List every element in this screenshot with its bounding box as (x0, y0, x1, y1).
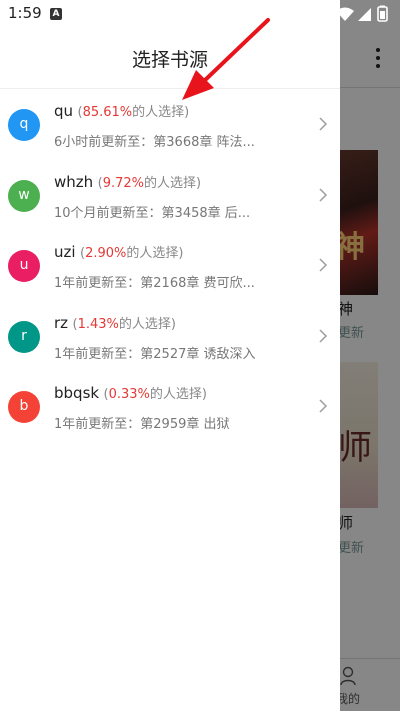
source-latest-update: 6小时前更新至：第3668章 阵法... (54, 135, 255, 150)
source-choice-suffix: 的人选择) (132, 105, 190, 120)
source-avatar: b (8, 391, 40, 423)
source-percent: 0.33% (108, 387, 150, 402)
status-icons (336, 5, 388, 22)
source-avatar: u (8, 250, 40, 282)
source-drawer: 选择书源 q qu (85.61%的人选择) 6小时前更新至：第3668章 阵法… (0, 0, 340, 711)
source-choice-suffix: 的人选择) (118, 317, 176, 332)
source-name: rz (54, 314, 69, 332)
source-item-rz[interactable]: r rz (1.43%的人选择) 1年前更新至：第2527章 诱敌深入 (0, 302, 340, 372)
chevron-right-icon (319, 258, 328, 272)
source-choice-suffix: 的人选择) (144, 176, 202, 191)
chevron-right-icon (319, 329, 328, 343)
wifi-icon (336, 7, 354, 21)
chevron-right-icon (319, 399, 328, 413)
drawer-title: 选择书源 (131, 49, 208, 71)
notification-icon: A (50, 8, 62, 20)
source-latest-update: 1年前更新至：第2527章 诱敌深入 (54, 347, 256, 362)
source-name: uzi (54, 243, 76, 261)
source-latest-update: 1年前更新至：第2959章 出狱 (54, 417, 230, 432)
source-choice-suffix: 的人选择) (126, 246, 184, 261)
source-avatar: r (8, 321, 40, 353)
source-percent: 1.43% (77, 317, 119, 332)
source-name: whzh (54, 173, 94, 191)
source-name: qu (54, 102, 74, 120)
chevron-right-icon (319, 117, 328, 131)
chevron-right-icon (319, 188, 328, 202)
drawer-divider (0, 88, 340, 89)
source-choice-suffix: 的人选择) (149, 387, 207, 402)
source-percent: 9.72% (102, 176, 144, 191)
status-bar: 1:59 A (0, 0, 400, 28)
source-item-qu[interactable]: q qu (85.61%的人选择) 6小时前更新至：第3668章 阵法... (0, 90, 340, 160)
source-header: uzi (2.90%的人选择) (54, 242, 183, 261)
source-name: bbqsk (54, 384, 100, 402)
source-latest-update: 10个月前更新至：第3458章 后... (54, 206, 251, 221)
status-time: 1:59 (8, 4, 42, 22)
source-latest-update: 1年前更新至：第2168章 费可欣... (54, 276, 255, 291)
source-avatar: q (8, 109, 40, 141)
source-header: whzh (9.72%的人选择) (54, 172, 201, 191)
source-header: qu (85.61%的人选择) (54, 101, 189, 120)
source-avatar: w (8, 180, 40, 212)
source-item-bbqsk[interactable]: b bbqsk (0.33%的人选择) 1年前更新至：第2959章 出狱 (0, 372, 340, 442)
signal-icon (358, 8, 371, 21)
source-percent: 2.90% (85, 246, 127, 261)
source-item-uzi[interactable]: u uzi (2.90%的人选择) 1年前更新至：第2168章 费可欣... (0, 231, 340, 301)
source-item-whzh[interactable]: w whzh (9.72%的人选择) 10个月前更新至：第3458章 后... (0, 161, 340, 231)
source-percent: 85.61% (82, 105, 133, 120)
source-header: bbqsk (0.33%的人选择) (54, 383, 207, 402)
source-header: rz (1.43%的人选择) (54, 313, 176, 332)
